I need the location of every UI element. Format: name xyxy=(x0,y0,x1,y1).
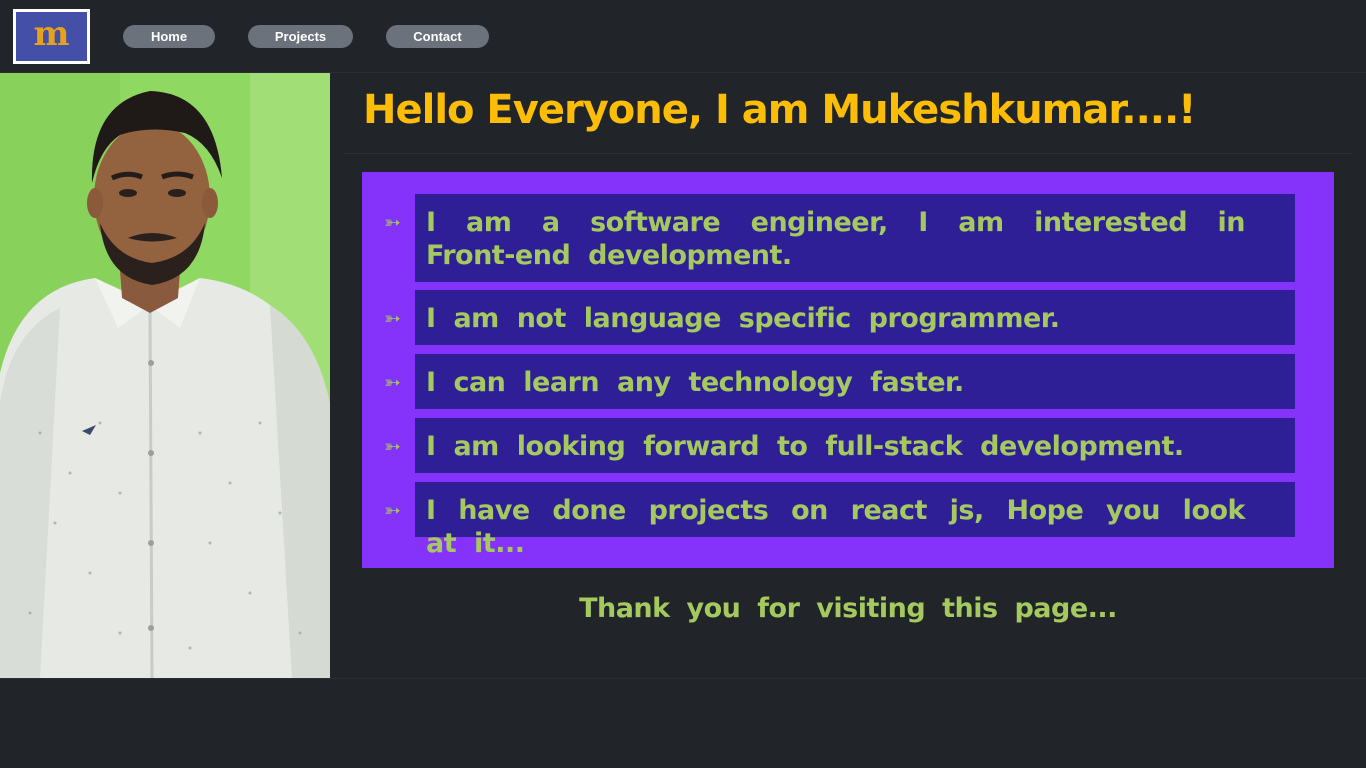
list-item: I can learn any technology faster. xyxy=(415,354,1295,409)
nav-home-button[interactable]: Home xyxy=(123,25,215,48)
logo-badge: m xyxy=(16,12,87,61)
page-title: Hello Everyone, I am Mukeshkumar....! xyxy=(363,87,1196,133)
nav-projects-button[interactable]: Projects xyxy=(248,25,353,48)
list-item-text: I am looking forward to full-stack devel… xyxy=(426,431,1184,462)
arrow-bullet-icon: ➳ xyxy=(384,210,401,234)
list-item-text: I am a software engineer, I am intereste… xyxy=(426,207,1246,271)
list-item-text: I am not language specific programmer. xyxy=(426,303,1060,334)
arrow-bullet-icon: ➳ xyxy=(384,370,401,394)
logo-letter: m xyxy=(33,13,70,54)
list-item: I am looking forward to full-stack devel… xyxy=(415,418,1295,473)
main-content: Hello Everyone, I am Mukeshkumar....! ➳ … xyxy=(330,73,1366,678)
list-item-text: I can learn any technology faster. xyxy=(426,367,964,398)
list-item: I am a software engineer, I am intereste… xyxy=(415,194,1295,282)
about-panel: ➳ I am a software engineer, I am interes… xyxy=(362,172,1334,568)
arrow-bullet-icon: ➳ xyxy=(384,434,401,458)
profile-photo-illustration xyxy=(0,73,330,678)
arrow-bullet-icon: ➳ xyxy=(384,306,401,330)
thank-you-message: Thank you for visiting this page... xyxy=(579,593,1117,624)
navbar: m Home Projects Contact xyxy=(0,0,1366,73)
nav-contact-button[interactable]: Contact xyxy=(386,25,489,48)
heading-divider xyxy=(344,153,1352,154)
list-item: I have done projects on react js, Hope y… xyxy=(415,482,1295,559)
list-item-text: I have done projects on react js, Hope y… xyxy=(426,495,1246,559)
arrow-bullet-icon: ➳ xyxy=(384,498,401,522)
profile-photo xyxy=(0,73,330,678)
footer-divider xyxy=(0,678,1366,679)
list-item: I am not language specific programmer. xyxy=(415,290,1295,345)
logo[interactable]: m xyxy=(13,9,90,64)
